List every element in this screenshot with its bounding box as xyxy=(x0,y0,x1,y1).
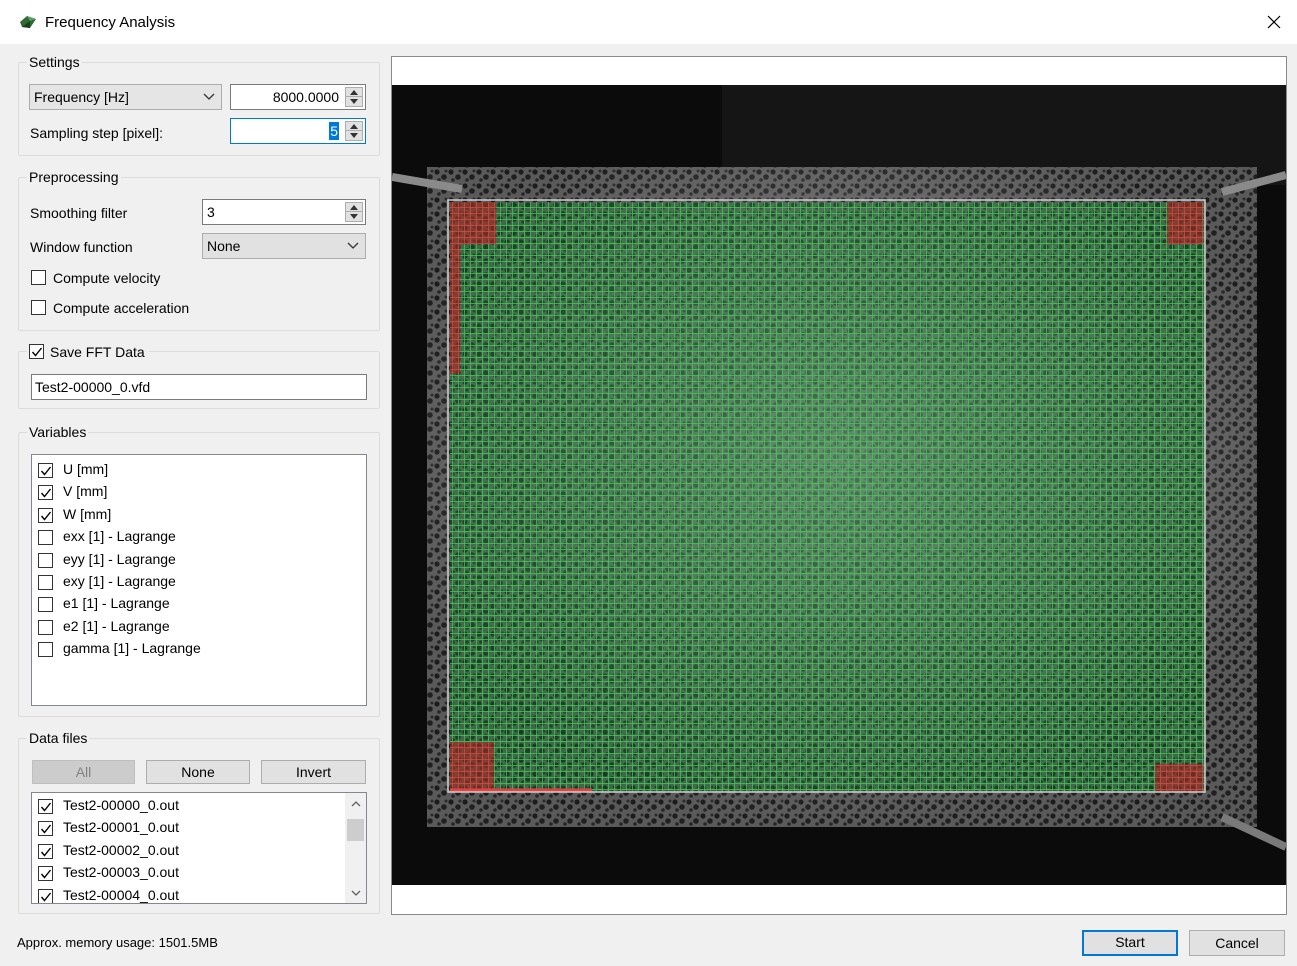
check-icon xyxy=(40,488,52,498)
data-file-checkbox[interactable] xyxy=(38,799,53,814)
variable-label: eyy [1] - Lagrange xyxy=(63,550,176,567)
data-file-label: Test2-00004_0.out xyxy=(63,886,179,903)
variable-checkbox[interactable] xyxy=(38,597,53,613)
window-function-combo[interactable]: None xyxy=(202,233,366,259)
frequency-value: 8000.0000 xyxy=(272,89,339,105)
sampling-value: 5 xyxy=(329,122,339,140)
dialog-client: Settings Frequency [Hz] 8000.0000 Sampli… xyxy=(0,44,1297,966)
mode-combo-value: Frequency [Hz] xyxy=(34,89,129,105)
variable-label: exy [1] - Lagrange xyxy=(63,573,176,589)
variable-checkbox[interactable] xyxy=(38,530,53,546)
spin-arrows-icon[interactable] xyxy=(345,202,363,222)
memory-usage-text: Approx. memory usage: 1501.5MB xyxy=(17,935,218,950)
smoothing-label: Smoothing filter xyxy=(30,205,128,221)
fft-filename-input[interactable]: Test2-00000_0.vfd xyxy=(31,374,367,400)
check-icon xyxy=(40,847,52,857)
chevron-down-icon xyxy=(203,93,215,100)
select-all-button[interactable]: All xyxy=(32,760,135,784)
preprocessing-group-title: Preprocessing xyxy=(27,169,121,185)
data-file-label: Test2-00002_0.out xyxy=(63,841,179,858)
scrollbar-thumb[interactable] xyxy=(347,819,364,841)
variable-checkbox[interactable] xyxy=(38,552,53,568)
compute-velocity-label: Compute velocity xyxy=(53,270,161,286)
app-icon xyxy=(20,16,36,28)
compute-acceleration-checkbox[interactable] xyxy=(31,300,46,315)
chevron-down-icon xyxy=(347,242,359,249)
variables-group-title: Variables xyxy=(27,424,89,440)
variable-label: gamma [1] - Lagrange xyxy=(63,640,201,657)
sampling-label: Sampling step [pixel]: xyxy=(30,125,164,141)
data-file-checkbox[interactable] xyxy=(38,866,53,882)
check-icon xyxy=(40,892,52,902)
save-fft-label: Save FFT Data xyxy=(50,344,145,360)
speckle-preview-image xyxy=(392,85,1286,885)
close-icon xyxy=(1267,15,1281,29)
data-files-scrollbar[interactable] xyxy=(345,793,366,903)
variable-checkbox[interactable] xyxy=(38,642,53,658)
variable-label: e2 [1] - Lagrange xyxy=(63,617,170,634)
select-none-button[interactable]: None xyxy=(146,760,250,784)
sampling-spinbox[interactable]: 5 xyxy=(230,118,366,144)
compute-velocity-checkbox[interactable] xyxy=(31,270,46,285)
window-title: Frequency Analysis xyxy=(45,14,176,31)
data-file-label: Test2-00001_0.out xyxy=(63,819,179,836)
data-file-checkbox[interactable] xyxy=(38,888,53,903)
data-file-label: Test2-00003_0.out xyxy=(63,864,179,881)
spin-arrows-icon[interactable] xyxy=(345,87,363,107)
data-files-list[interactable]: Test2-00000_0.out Test2-00001_0.out Test2-… xyxy=(31,792,367,904)
variable-label: U [mm] xyxy=(63,461,109,477)
variables-list[interactable]: U [mm] V [mm] W [mm] exx [1] - Lagrange eyy … xyxy=(31,454,367,706)
save-fft-checkbox[interactable] xyxy=(29,344,44,359)
cancel-button[interactable]: Cancel xyxy=(1189,930,1285,956)
window-function-value: None xyxy=(207,238,241,254)
invert-selection-button[interactable]: Invert xyxy=(261,760,366,784)
settings-group-title: Settings xyxy=(27,54,82,70)
close-button[interactable] xyxy=(1251,0,1297,44)
data-file-checkbox[interactable] xyxy=(38,821,53,837)
variable-checkbox[interactable] xyxy=(38,485,53,501)
compute-acceleration-label: Compute acceleration xyxy=(53,300,190,316)
check-icon xyxy=(31,347,43,357)
check-icon xyxy=(40,466,52,476)
smoothing-spinbox[interactable]: 3 xyxy=(202,199,366,225)
check-icon xyxy=(40,511,52,521)
variable-label: V [mm] xyxy=(63,483,108,500)
scroll-down-icon[interactable] xyxy=(345,884,366,901)
scroll-up-icon[interactable] xyxy=(345,795,366,812)
window-function-label: Window function xyxy=(30,239,133,255)
frequency-spinbox[interactable]: 8000.0000 xyxy=(230,84,366,110)
smoothing-value: 3 xyxy=(207,204,215,220)
variable-label: exx [1] - Lagrange xyxy=(63,528,176,545)
data-file-checkbox[interactable] xyxy=(38,843,53,859)
variable-checkbox[interactable] xyxy=(38,463,53,478)
check-icon xyxy=(40,869,52,879)
preview-panel[interactable] xyxy=(391,56,1287,915)
title-bar: Frequency Analysis xyxy=(0,0,1297,44)
variable-label: W [mm] xyxy=(63,505,112,522)
data-files-group-title: Data files xyxy=(27,730,90,746)
check-icon xyxy=(40,824,52,834)
variable-label: e1 [1] - Lagrange xyxy=(63,595,170,612)
start-button[interactable]: Start xyxy=(1082,930,1178,956)
fft-filename-value: Test2-00000_0.vfd xyxy=(35,379,151,395)
variable-checkbox[interactable] xyxy=(38,619,53,635)
data-file-label: Test2-00000_0.out xyxy=(63,797,179,813)
spin-arrows-icon[interactable] xyxy=(345,121,363,141)
check-icon xyxy=(40,802,52,812)
mode-combo[interactable]: Frequency [Hz] xyxy=(29,84,222,110)
variable-checkbox[interactable] xyxy=(38,507,53,523)
variable-checkbox[interactable] xyxy=(38,575,53,590)
